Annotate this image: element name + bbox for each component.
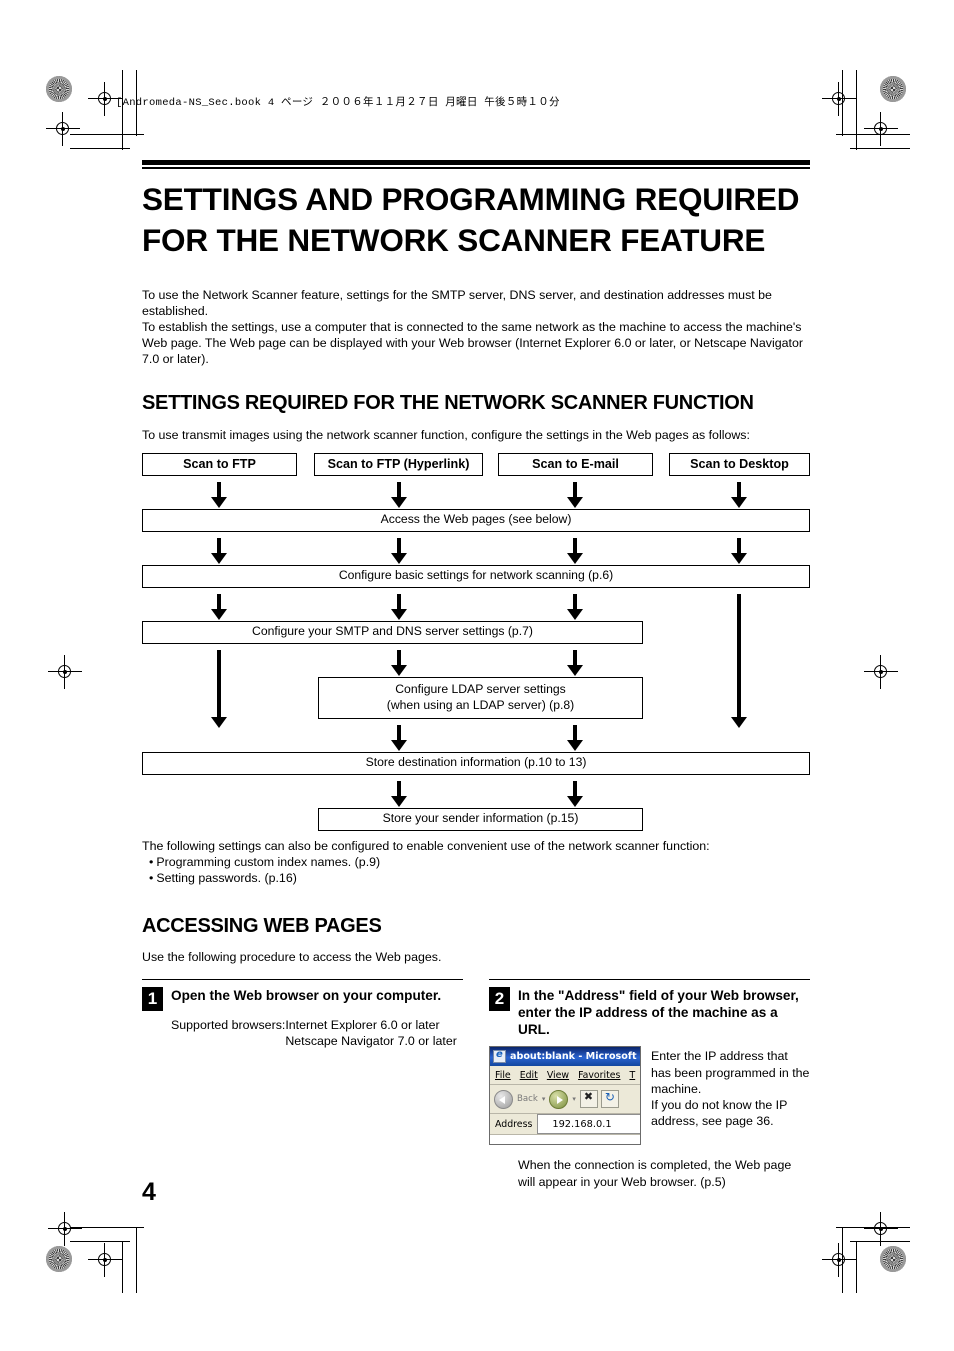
registration-mark-bottom-right — [822, 1243, 856, 1277]
flow-box-access-web-pages: Access the Web pages (see below) — [142, 508, 810, 532]
flow-box-ldap-line2: (when using an LDAP server) (p.8) — [386, 697, 575, 712]
flow-box-store-destination: Store destination information (p.10 to 1… — [142, 751, 810, 775]
registration-mark-upper-left-inner — [46, 112, 80, 146]
section1-bullet-list: Programming custom index names. (p.9) Se… — [142, 854, 810, 887]
color-patch-bottom-left — [46, 1246, 72, 1272]
back-button-label: Back — [517, 1094, 538, 1105]
forward-icon[interactable] — [549, 1089, 569, 1109]
intro-paragraph: To use the Network Scanner feature, sett… — [142, 287, 803, 367]
flow-arrow-down-1c — [567, 481, 583, 508]
flow-arrow-down-3a — [211, 593, 227, 620]
flow-arrow-down-4a — [391, 649, 407, 676]
step-1-header: 1 Open the Web browser on your computer. — [142, 987, 463, 1012]
flow-box-store-sender: Store your sender information (p.15) — [318, 807, 643, 831]
menu-item-tools[interactable]: T — [629, 1070, 635, 1081]
flow-arrow-down-5a — [391, 724, 407, 751]
step-2-footer: When the connection is completed, the We… — [518, 1158, 792, 1189]
workflow-diagram: Scan to FTP Scan to FTP (Hyperlink) Scan… — [142, 452, 810, 831]
stop-icon[interactable] — [579, 1090, 598, 1109]
step-1-body: Supported browsers: Internet Explorer 6.… — [171, 1017, 463, 1049]
registration-mark-right-middle — [864, 655, 898, 689]
step-2-number: 2 — [489, 987, 510, 1012]
flow-arrow-down-2b — [391, 537, 407, 564]
color-patch-bottom-right — [880, 1246, 906, 1272]
browser-title-text: about:blank - Microsoft In — [510, 1051, 640, 1063]
section1-lead: To use transmit images using the network… — [142, 427, 750, 442]
step-2-header: 2 In the "Address" field of your Web bro… — [489, 987, 810, 1038]
browser-menu-bar: File Edit View Favorites T — [490, 1066, 640, 1086]
step-1-number: 1 — [142, 987, 163, 1012]
chevron-down-icon-2[interactable]: ▾ — [572, 1095, 576, 1103]
step-2-note: Enter the IP address that has been progr… — [651, 1049, 810, 1128]
registration-mark-bottom-left — [88, 1243, 122, 1277]
flow-arrow-bypass-left — [211, 649, 227, 728]
flow-arrow-down-1a — [211, 481, 227, 508]
page-number: 4 — [142, 1178, 156, 1206]
flow-arrow-down-1d — [731, 481, 747, 508]
flow-arrow-down-2a — [211, 537, 227, 564]
flow-arrow-down-1b — [391, 481, 407, 508]
menu-item-edit[interactable]: Edit — [520, 1070, 538, 1081]
flow-arrow-down-6a — [391, 780, 407, 807]
browser-page-canvas — [490, 1135, 640, 1145]
browser-title-bar: about:blank - Microsoft In — [490, 1047, 640, 1067]
step-2-rule — [489, 979, 810, 981]
list-item: Programming custom index names. (p.9) — [142, 854, 810, 871]
flow-box-smtp-dns: Configure your SMTP and DNS server setti… — [142, 620, 643, 644]
flow-box-scan-to-ftp-hyperlink: Scan to FTP (Hyperlink) — [314, 452, 483, 476]
address-label: Address — [495, 1118, 533, 1130]
flow-arrow-down-3b — [391, 593, 407, 620]
chevron-down-icon[interactable]: ▾ — [542, 1095, 546, 1103]
page-content: SETTINGS AND PROGRAMMING REQUIRED FOR TH… — [142, 160, 810, 1190]
step-2-title: In the "Address" field of your Web brows… — [518, 988, 799, 1038]
flow-box-scan-to-email: Scan to E-mail — [498, 452, 653, 476]
section-heading-settings-required: SETTINGS REQUIRED FOR THE NETWORK SCANNE… — [142, 391, 754, 414]
registration-mark-left-middle — [48, 655, 82, 689]
file-header-stamp: [Andromeda-NS_Sec.book 4 ページ ２００６年１１月２７日… — [116, 97, 560, 109]
address-input[interactable]: 192.168.0.1 — [537, 1114, 640, 1135]
flow-box-scan-to-ftp: Scan to FTP — [142, 452, 297, 476]
flow-box-ldap-line1: Configure LDAP server settings — [395, 682, 566, 697]
browser-window-screenshot: about:blank - Microsoft In File Edit Vie… — [489, 1046, 641, 1146]
step-1-rule — [142, 979, 463, 981]
flow-arrow-down-6b — [567, 780, 583, 807]
page-title: SETTINGS AND PROGRAMMING REQUIRED FOR TH… — [142, 181, 800, 258]
flow-arrow-down-2c — [567, 537, 583, 564]
flow-box-basic-settings: Configure basic settings for network sca… — [142, 564, 810, 588]
color-patch-top-left — [46, 76, 72, 102]
flow-arrow-down-3c — [567, 593, 583, 620]
list-item: Setting passwords. (p.16) — [142, 870, 810, 887]
registration-mark-upper-right-inner — [864, 112, 898, 146]
flow-box-scan-to-desktop: Scan to Desktop — [669, 452, 810, 476]
section1-after-lead: The following settings can also be confi… — [142, 838, 710, 853]
menu-item-favorites[interactable]: Favorites — [578, 1070, 620, 1081]
registration-mark-top-right — [822, 82, 856, 116]
title-rule — [142, 160, 810, 169]
refresh-icon[interactable] — [600, 1090, 619, 1109]
browser-toolbar: Back ▾ ▾ — [490, 1085, 640, 1115]
back-icon[interactable] — [494, 1089, 513, 1109]
color-patch-top-right — [880, 76, 906, 102]
step-1-title: Open the Web browser on your computer. — [171, 988, 442, 1004]
flow-arrow-down-5b — [567, 724, 583, 751]
internet-explorer-icon — [493, 1049, 506, 1064]
section2-lead: Use the following procedure to access th… — [142, 949, 442, 964]
section-heading-accessing-web-pages: ACCESSING WEB PAGES — [142, 914, 382, 937]
flow-arrow-down-4b — [567, 649, 583, 676]
menu-item-view[interactable]: View — [547, 1070, 569, 1081]
step-2: 2 In the "Address" field of your Web bro… — [489, 979, 810, 1190]
browser-address-bar: Address 192.168.0.1 — [490, 1114, 640, 1136]
flow-arrow-down-2d — [731, 537, 747, 564]
flow-arrow-bypass-right — [731, 593, 747, 728]
supported-browsers-label: Supported browsers: — [171, 1018, 286, 1033]
step-2-illustration-row: about:blank - Microsoft In File Edit Vie… — [489, 1046, 810, 1146]
supported-browsers-values: Internet Explorer 6.0 or later Netscape … — [285, 1018, 457, 1049]
step-columns: 1 Open the Web browser on your computer.… — [142, 979, 810, 1190]
step-1: 1 Open the Web browser on your computer.… — [142, 979, 463, 1190]
flow-box-ldap: Configure LDAP server settings (when usi… — [318, 676, 643, 719]
menu-item-file[interactable]: File — [495, 1070, 511, 1081]
